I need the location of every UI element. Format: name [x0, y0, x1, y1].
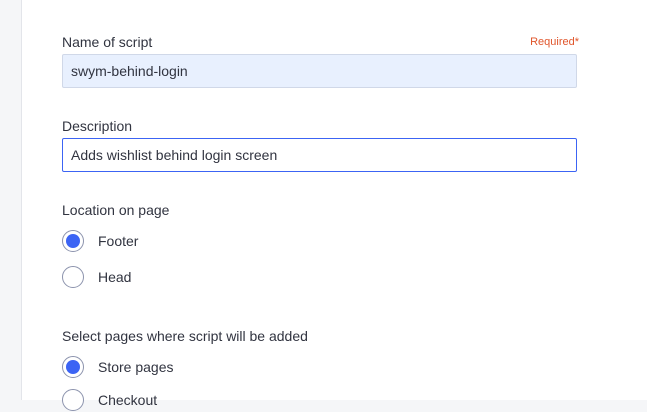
radio-checkout-label: Checkout — [98, 392, 158, 408]
required-indicator: Required* — [530, 36, 579, 48]
name-of-script-label: Name of script — [62, 34, 153, 50]
script-form-panel: Name of script Required* Description Loc… — [22, 0, 647, 411]
radio-checkout[interactable] — [62, 389, 84, 411]
pages-option-store-pages[interactable]: Store pages — [62, 355, 174, 379]
location-option-footer[interactable]: Footer — [62, 229, 138, 253]
radio-footer-label: Footer — [98, 233, 139, 249]
radio-store-pages-label: Store pages — [98, 359, 174, 375]
radio-head-label: Head — [98, 269, 132, 285]
sidebar-strip — [0, 0, 22, 400]
select-pages-label: Select pages where script will be added — [62, 328, 308, 344]
script-name-input[interactable] — [62, 54, 577, 88]
radio-head[interactable] — [62, 266, 84, 288]
pages-option-checkout[interactable]: Checkout — [62, 388, 157, 412]
location-option-head[interactable]: Head — [62, 265, 131, 289]
description-label: Description — [62, 118, 133, 134]
radio-store-pages[interactable] — [62, 356, 84, 378]
location-on-page-label: Location on page — [62, 202, 170, 218]
description-input[interactable] — [62, 138, 577, 172]
radio-footer[interactable] — [62, 230, 84, 252]
